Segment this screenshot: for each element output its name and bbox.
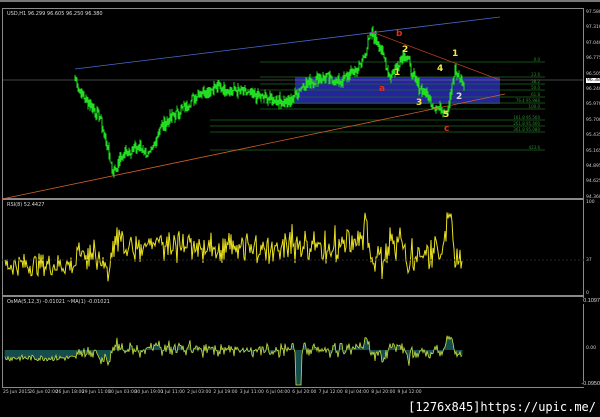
fib-level-label: 61.8 [531,92,540,97]
time-axis-label: 6 Jul 20:00 [292,390,317,395]
fib-level-label: 361.8 95.080 [513,127,540,132]
time-axis-label: 2 Jul 19:00 [213,390,238,395]
time-axis-label: 8 Jul 04:00 [344,390,370,395]
price-axis-label: 95.700 [586,117,600,123]
time-axis-label: 26 Jun 18:00 [55,390,85,395]
osma-axis-label: 0.00 [586,346,597,351]
wave-label-4: 4 [437,64,444,74]
price-axis-label: 97.580 [586,10,600,15]
price-axis-label: 96.775 [586,56,600,62]
price-axis-label: 95.165 [586,148,600,154]
wave-b-trendline [371,31,501,81]
time-axis-label: 1 Jul 11:00 [160,390,185,395]
price-axis-label: 95.970 [586,102,600,108]
osma-axis-label: -0.0950 [580,381,600,387]
wave-label-c: c [444,124,450,134]
rsi-axis-label: 0 [586,291,589,296]
wave-label-3: 3 [416,98,423,108]
fib-level-label: 161.8 95.560 [513,115,540,120]
time-axis-label: 8 Jul 20:00 [371,390,396,395]
time-axis-label: 2 Jul 03:00 [187,390,212,395]
time-axis-label: 26 Jun 02:00 [29,390,58,395]
rsi-line [4,212,463,282]
price-axis-label: 96.505 [586,71,600,77]
watermark: [1276x845]https://upic.me/ [408,400,596,414]
rsi-axis-label: 100 [586,200,595,205]
time-axis-label: 6 Jul 04:00 [266,390,291,395]
time-axis-label: 7 Jul 12:00 [318,390,343,395]
fib-level-label: 50.0 [531,85,540,90]
current-price-label: 96.380 [586,78,600,83]
wave-label-a: a [379,84,386,94]
fib-level-label: 423.6 [529,145,541,150]
fib-level-label: 0.0 [534,57,541,62]
osma-axis-label: 0.1097 [582,298,600,304]
wave-label-2: 2 [456,92,463,102]
osma-signal-line [4,335,463,386]
time-axis-label: 9 Jul 12:00 [397,390,422,395]
fib-level-label: 100.0 [529,104,541,109]
fib-level-label: 23.6 [531,72,540,77]
time-axis-label: 30 Jun 03:00 [108,390,137,395]
price-axis-label: 96.240 [586,87,600,92]
rsi-axis-label: 37 [586,258,592,263]
wave-label-1: 1 [394,68,401,78]
chart-window: USD,H1 96.299 96.605 96.250 96.380 RSI(8… [0,0,600,400]
fib-level-label: 76.4 95.986 [516,98,541,103]
wave-label-5: 5 [443,110,450,120]
time-axis-label: 30 Jun 19:00 [134,390,164,395]
price-axis-label: 95.435 [586,133,600,139]
wave-label-2: 2 [402,45,409,55]
fib-level-label: 261.8 95.400 [513,121,540,126]
time-axis-label: 3 Jul 11:00 [239,390,264,395]
wave-label-b: b [396,29,403,39]
time-axis-label: 25 Jun 2015 [3,390,31,395]
chart-plot: 0.023.638.250.061.876.4 95.986100.0161.8… [1,16,584,386]
price-axis-label: 97.310 [586,25,600,31]
lower-trendline [1,93,506,200]
wave-label-1: 1 [452,49,459,59]
upper-trendline [74,16,501,70]
price-axis-label: 97.040 [586,40,600,46]
price-axis-label: 94.625 [586,179,600,185]
price-axis-label: 94.895 [586,164,600,169]
time-axis-label: 29 Jun 11:00 [81,390,111,395]
